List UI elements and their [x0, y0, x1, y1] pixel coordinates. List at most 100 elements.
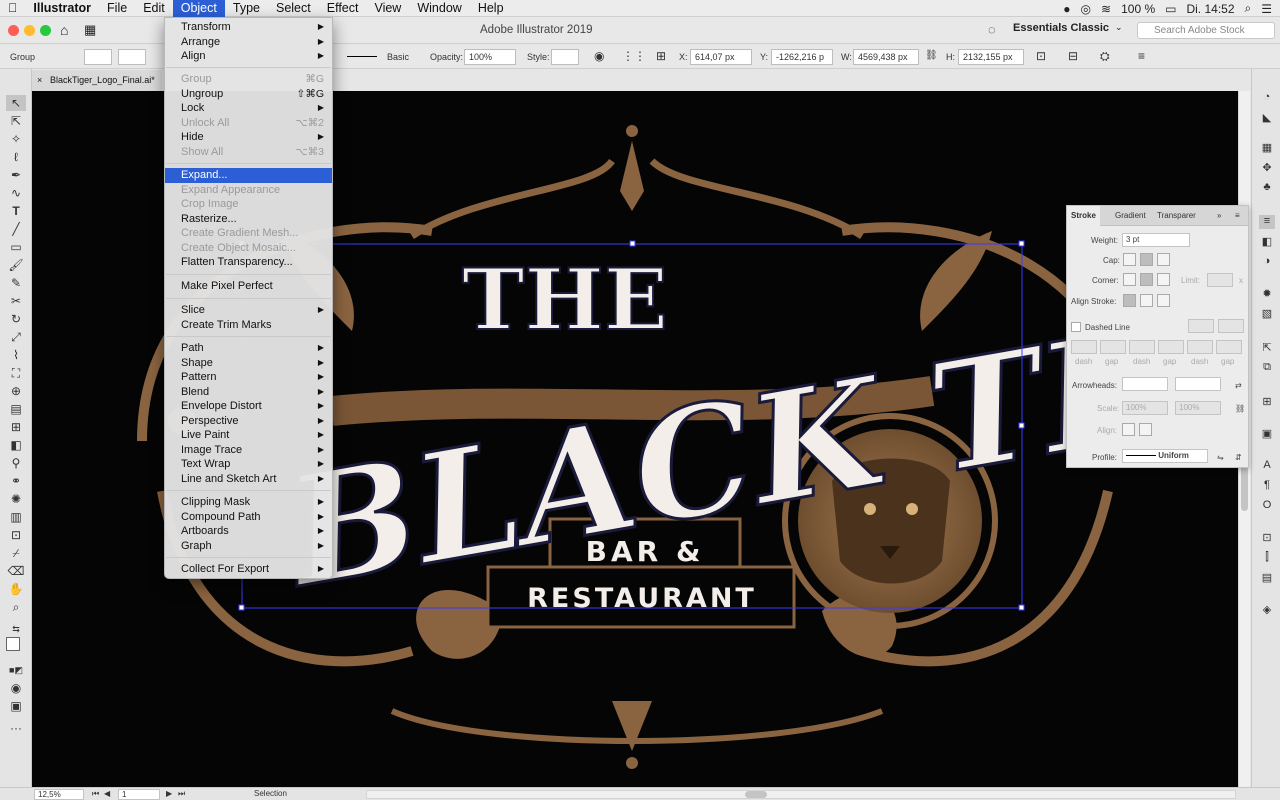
scale-tool-icon[interactable]: ⤢	[6, 329, 26, 345]
wifi-icon[interactable]: ≋	[1101, 2, 1111, 16]
maximize-window-icon[interactable]	[40, 25, 51, 36]
projecting-cap-button[interactable]	[1157, 253, 1170, 266]
stroke-panel-icon[interactable]: ≡	[1259, 215, 1275, 229]
menu-view[interactable]: View	[366, 0, 409, 17]
limit-input[interactable]	[1207, 273, 1233, 287]
warp-tool-icon[interactable]: ⌇	[6, 347, 26, 363]
horizontal-scrollbar[interactable]	[366, 790, 1236, 799]
menu-item-artboards[interactable]: Artboards ▶	[165, 524, 332, 539]
profile-dropdown[interactable]: Uniform	[1122, 449, 1208, 463]
line-tool-icon[interactable]: ╱	[6, 221, 26, 237]
menu-item-collect-for-export[interactable]: Collect For Export ▶	[165, 562, 332, 577]
document-tab[interactable]: × BlackTiger_Logo_Final.ai* @ 1	[32, 70, 162, 106]
shaper-tool-icon[interactable]: ✎	[6, 275, 26, 291]
align-icon[interactable]: ⋮⋮	[622, 49, 646, 63]
flip-across-icon[interactable]: ⇵	[1235, 453, 1242, 462]
eraser-tool-icon[interactable]: ⌫	[6, 563, 26, 579]
end-scale-input[interactable]: 100%	[1175, 401, 1221, 415]
y-input[interactable]: -1262,216 p	[771, 49, 833, 65]
menu-item-expand[interactable]: Expand...	[165, 168, 332, 183]
reference-point-icon[interactable]: ⊞	[656, 49, 666, 63]
workspace-switcher[interactable]: Essentials Classic	[1013, 22, 1109, 34]
libraries-icon[interactable]: ▦	[1259, 141, 1275, 155]
properties-icon[interactable]: ◔	[1259, 91, 1275, 105]
sync-icon[interactable]: ◎	[1081, 2, 1091, 16]
menu-item-image-trace[interactable]: Image Trace ▶	[165, 443, 332, 458]
free-transform-tool-icon[interactable]: ⛶	[6, 365, 26, 381]
menu-item-pattern[interactable]: Pattern ▶	[165, 370, 332, 385]
home-icon[interactable]: ⌂	[60, 22, 68, 38]
dash-2-input[interactable]	[1129, 340, 1155, 354]
round-join-button[interactable]	[1140, 273, 1153, 286]
stroke-swatch[interactable]	[118, 49, 146, 65]
recolor-icon[interactable]: ◉	[594, 49, 604, 63]
menu-item-slice[interactable]: Slice ▶	[165, 303, 332, 318]
menu-item-trim-marks[interactable]: Create Trim Marks	[165, 318, 332, 333]
menu-item-clipping-mask[interactable]: Clipping Mask ▶	[165, 495, 332, 510]
selection-tool-icon[interactable]: ↖	[6, 95, 26, 111]
slice-tool-icon[interactable]: ⌿	[6, 545, 26, 561]
align-outside-button[interactable]	[1157, 294, 1170, 307]
arrow-tip-beyond-button[interactable]	[1122, 423, 1135, 436]
arrange-documents-icon[interactable]: ▦	[84, 22, 96, 38]
first-artboard-icon[interactable]: ⏮	[92, 789, 99, 799]
gradient-panel-icon[interactable]: ◧	[1259, 235, 1275, 249]
shape-builder-tool-icon[interactable]: ⊕	[6, 383, 26, 399]
menu-item-rasterize[interactable]: Rasterize...	[165, 212, 332, 227]
edit-toolbar-icon[interactable]: ···	[6, 720, 26, 736]
menu-item-hide[interactable]: Hide ▶	[165, 130, 332, 145]
swap-arrowheads-icon[interactable]: ⇄	[1235, 381, 1242, 390]
dashed-line-checkbox[interactable]	[1071, 322, 1081, 332]
graphic-styles-icon[interactable]: ▧	[1259, 307, 1275, 321]
dash-1-input[interactable]	[1071, 340, 1097, 354]
menu-help[interactable]: Help	[470, 0, 512, 17]
menu-item-blend[interactable]: Blend ▶	[165, 385, 332, 400]
stroke-style-label[interactable]: Basic	[387, 52, 409, 62]
status-tool-label[interactable]: Selection	[254, 789, 287, 798]
menu-window[interactable]: Window	[409, 0, 469, 17]
creative-cloud-icon[interactable]: ●	[1063, 2, 1070, 16]
align-panel-icon[interactable]: ⫿	[1259, 551, 1275, 565]
transform-panel-icon[interactable]: ⊞	[1259, 395, 1275, 409]
menu-item-flatten-transparency[interactable]: Flatten Transparency...	[165, 255, 332, 270]
next-artboard-icon[interactable]: ▶	[166, 789, 172, 798]
round-cap-button[interactable]	[1140, 253, 1153, 266]
menu-item-live-paint[interactable]: Live Paint ▶	[165, 428, 332, 443]
minimize-window-icon[interactable]	[24, 25, 35, 36]
preserve-dashes-button[interactable]	[1188, 319, 1214, 333]
menu-item-gradient-mesh[interactable]: Create Gradient Mesh...	[165, 226, 332, 241]
mesh-tool-icon[interactable]: ⊞	[6, 419, 26, 435]
artboard-number-field[interactable]: 1	[118, 789, 160, 800]
paragraph-icon[interactable]: ¶	[1259, 479, 1275, 493]
panel-menu-icon[interactable]: ≡	[1231, 206, 1244, 226]
scissors-tool-icon[interactable]: ✂	[6, 293, 26, 309]
menu-object[interactable]: Object	[172, 0, 225, 17]
search-icon[interactable]: ⌕	[1245, 1, 1252, 16]
blend-tool-icon[interactable]: ⚭	[6, 473, 26, 489]
isolate-icon[interactable]: ⛭	[1100, 49, 1110, 64]
menu-item-shape[interactable]: Shape ▶	[165, 356, 332, 371]
menu-item-ungroup[interactable]: Ungroup ⇧⌘G	[165, 87, 332, 102]
gap-3-input[interactable]	[1216, 340, 1242, 354]
magic-wand-tool-icon[interactable]: ✧	[6, 131, 26, 147]
opacity-input[interactable]: 100%	[464, 49, 516, 65]
transform-icon[interactable]: ⊡	[1036, 49, 1046, 63]
battery-icon[interactable]: ▭	[1165, 2, 1176, 16]
gradient-tool-icon[interactable]: ◧	[6, 437, 26, 453]
appearance-icon[interactable]: ✹	[1259, 287, 1275, 301]
distribute-icon[interactable]: ▤	[1259, 571, 1275, 585]
end-arrowhead-dropdown[interactable]	[1175, 377, 1221, 391]
pen-tool-icon[interactable]: ✒	[6, 167, 26, 183]
direct-selection-tool-icon[interactable]: ⇱	[6, 113, 26, 129]
clock[interactable]: Di. 14:52	[1186, 2, 1234, 16]
arrow-tip-at-end-button[interactable]	[1139, 423, 1152, 436]
link-scale-icon[interactable]: ⛓	[1235, 404, 1245, 413]
menu-item-expand-appearance[interactable]: Expand Appearance	[165, 183, 332, 198]
stock-search-input[interactable]: Search Adobe Stock	[1137, 22, 1275, 39]
constrain-proportions-icon[interactable]: ⛓	[925, 50, 938, 61]
start-scale-input[interactable]: 100%	[1122, 401, 1168, 415]
menu-edit[interactable]: Edit	[135, 0, 173, 17]
menu-item-group[interactable]: Group ⌘G	[165, 72, 332, 87]
color-mode-icon[interactable]: ■◩	[6, 662, 26, 678]
tab-transparency[interactable]: Transparer	[1153, 206, 1200, 226]
